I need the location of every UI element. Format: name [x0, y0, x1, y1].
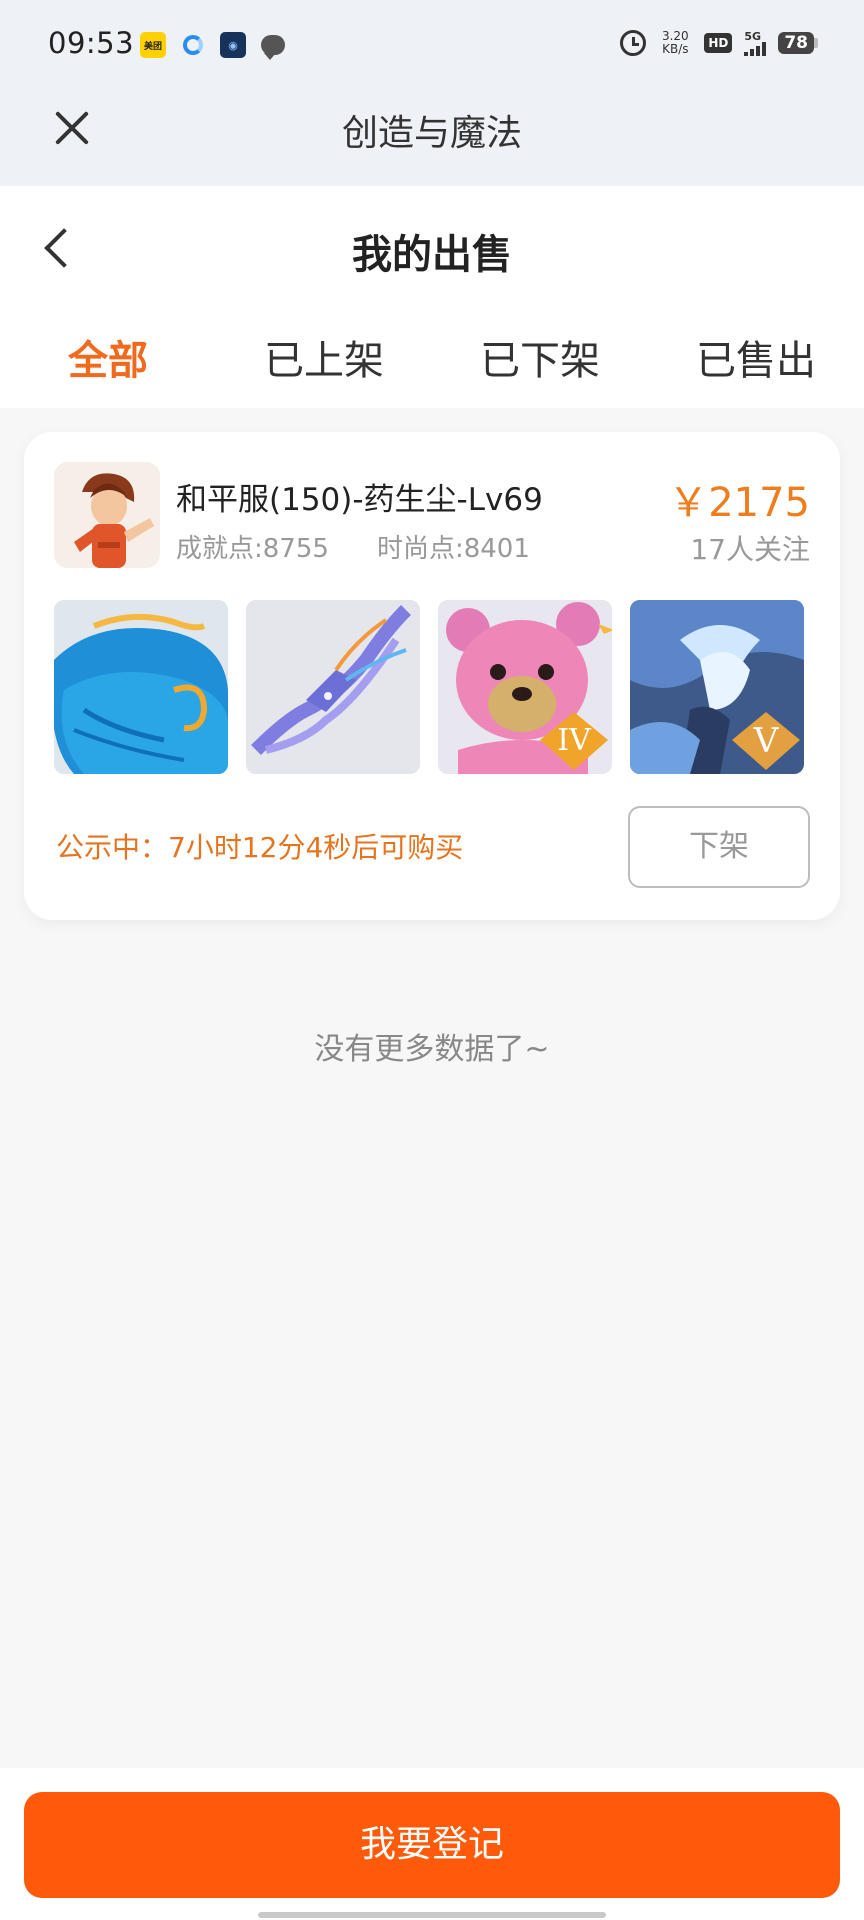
notice-countdown: 7小时12分4秒后可购买	[168, 831, 464, 864]
delist-button[interactable]: 下架	[628, 806, 810, 888]
listing-title: 和平服(150)-药生尘-Lv69	[176, 482, 543, 518]
badge-v-label: V	[753, 721, 780, 761]
signal-label: 5G	[744, 29, 762, 43]
tab-all[interactable]: 全部	[0, 326, 216, 396]
meituan-icon: 美团	[140, 32, 166, 58]
item-thumbnails: IV V	[54, 600, 804, 774]
page-header: 我的出售 全部 已上架 已下架 已售出	[0, 186, 864, 408]
publicity-notice: 公示中：7小时12分4秒后可购买	[56, 826, 463, 866]
status-indicators: 3.20 KB/s HD 5G 78	[620, 30, 818, 56]
register-button[interactable]: 我要登记	[24, 1792, 840, 1898]
browser-icon	[180, 32, 206, 58]
achievement-points: 成就点:8755	[176, 534, 329, 564]
character-avatar	[54, 462, 160, 568]
followers-count: 17人关注	[690, 533, 810, 566]
network-speed: 3.20 KB/s	[658, 30, 692, 56]
tab-delisted[interactable]: 已下架	[432, 326, 648, 396]
no-more-data-text: 没有更多数据了~	[314, 1032, 550, 1067]
battery-level: 78	[778, 32, 814, 54]
network-speed-unit: KB/s	[662, 42, 689, 56]
alarm-icon	[620, 30, 647, 56]
listing-card[interactable]: 和平服(150)-药生尘-Lv69 成就点:8755 时尚点:8401 ￥217…	[24, 432, 840, 920]
fashion-points: 时尚点:8401	[376, 534, 530, 564]
listing-stats: 成就点:8755 时尚点:8401	[176, 528, 530, 565]
listing-price: ￥2175	[668, 480, 810, 526]
tab-bar: 全部 已上架 已下架 已售出	[0, 326, 864, 396]
status-bar: 09:53 美团 ◉ 3.20 KB/s HD 5G 78	[0, 0, 864, 90]
thumb-pink-bear[interactable]: IV	[438, 600, 612, 774]
tab-listed[interactable]: 已上架	[216, 326, 432, 396]
app-icon: ◉	[220, 32, 246, 58]
bottom-bar: 我要登记	[0, 1768, 864, 1920]
notice-label: 公示中：	[56, 831, 169, 864]
thumb-ice-dragon[interactable]: V	[630, 600, 804, 774]
notification-icons: 美团 ◉	[140, 32, 286, 60]
status-time: 09:53	[48, 26, 135, 60]
signal-icon: 5G	[744, 29, 767, 56]
badge-iv-label: IV	[557, 723, 592, 758]
hd-icon: HD	[704, 33, 733, 53]
webview-header: 创造与魔法	[0, 90, 864, 186]
top-area: 09:53 美团 ◉ 3.20 KB/s HD 5G 78 创造与魔法	[0, 0, 864, 186]
webview-title: 创造与魔法	[341, 113, 522, 154]
thumb-blue-whale[interactable]	[54, 600, 228, 774]
home-indicator[interactable]	[258, 1912, 606, 1918]
thumb-purple-dragon[interactable]	[246, 600, 420, 774]
tab-sold[interactable]: 已售出	[648, 326, 864, 396]
battery-icon: 78	[778, 32, 818, 54]
page-title: 我的出售	[352, 232, 512, 278]
chat-icon	[260, 32, 286, 60]
